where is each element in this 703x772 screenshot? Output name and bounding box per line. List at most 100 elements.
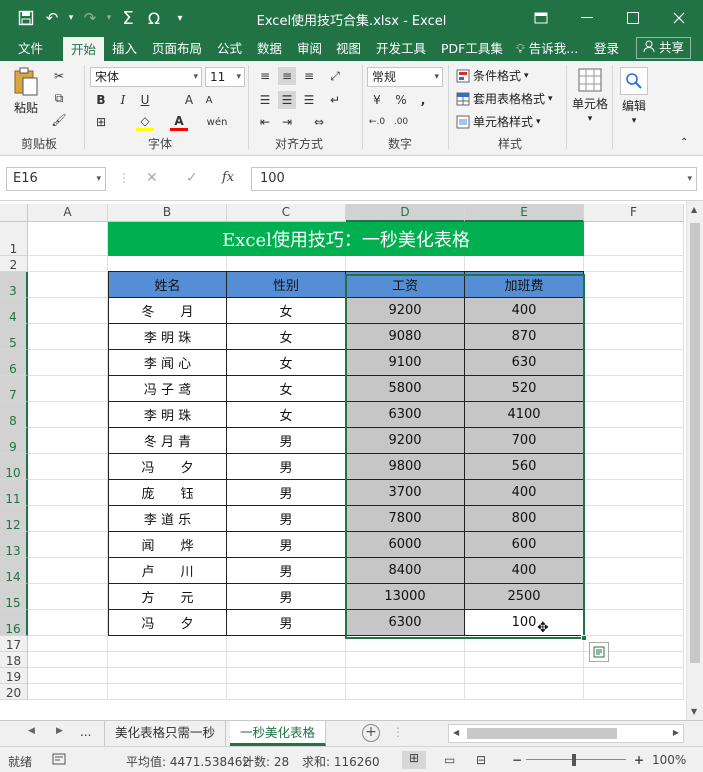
row-header-12[interactable]: 12	[0, 506, 28, 532]
table-cell[interactable]: 5800	[346, 376, 465, 402]
save-icon[interactable]	[14, 6, 38, 30]
tab-home[interactable]: 开始	[63, 37, 105, 61]
table-cell[interactable]: 100	[465, 610, 584, 636]
select-all-corner[interactable]	[0, 204, 28, 222]
formula-input[interactable]: 100 ▾	[251, 167, 697, 191]
row-header-7[interactable]: 7	[0, 376, 28, 402]
table-cell[interactable]: 6300	[346, 402, 465, 428]
undo-dropdown-icon[interactable]: ▾	[66, 6, 76, 30]
table-cell[interactable]: 李 明 珠	[108, 324, 227, 350]
row-header-2[interactable]: 2	[0, 256, 28, 272]
minimize-icon[interactable]	[564, 0, 610, 36]
tab-formulas[interactable]: 公式	[217, 36, 242, 61]
row-header-6[interactable]: 6	[0, 350, 28, 376]
column-header-f[interactable]: F	[584, 204, 684, 222]
table-cell[interactable]: 9800	[346, 454, 465, 480]
symbol-icon[interactable]: Ω	[142, 6, 166, 30]
currency-icon[interactable]: ¥	[368, 91, 386, 109]
table-cell[interactable]: 男	[227, 480, 346, 506]
table-cell[interactable]: 400	[465, 558, 584, 584]
cut-icon[interactable]: ✂	[50, 67, 68, 85]
table-cell[interactable]: 870	[465, 324, 584, 350]
row-header-20[interactable]: 20	[0, 684, 28, 700]
table-cell[interactable]: 3700	[346, 480, 465, 506]
table-cell[interactable]: 男	[227, 506, 346, 532]
table-cell[interactable]: 李 道 乐	[108, 506, 227, 532]
row-header-1[interactable]: 1	[0, 222, 28, 256]
increase-indent-icon[interactable]: ⇥	[278, 113, 296, 131]
scroll-tabs-left-icon[interactable]: ◀	[28, 726, 35, 736]
table-header-cell[interactable]: 工资	[346, 271, 465, 298]
customize-qat-icon[interactable]: ▾	[168, 6, 192, 30]
shrink-font-icon[interactable]: A	[200, 91, 218, 109]
cells-button[interactable]: 单元格 ▾	[572, 67, 608, 124]
zoom-level[interactable]: 100%	[652, 753, 686, 767]
copy-icon[interactable]: ⧉	[50, 89, 68, 107]
tab-pdf-tools[interactable]: PDF工具集	[441, 36, 503, 61]
table-cell[interactable]: 庞 钰	[108, 480, 227, 506]
table-cell[interactable]: 9100	[346, 350, 465, 376]
number-format-combo[interactable]: 常规 ▾	[367, 67, 443, 87]
table-cell[interactable]: 13000	[346, 584, 465, 610]
more-sheets-button[interactable]: ...	[80, 725, 91, 739]
login-link[interactable]: 登录	[594, 36, 619, 61]
table-cell[interactable]: 卢 川	[108, 558, 227, 584]
page-break-view-icon[interactable]: ⊟	[476, 753, 486, 767]
tab-file[interactable]: 文件	[18, 36, 43, 61]
conditional-format-button[interactable]: 条件格式 ▾	[456, 67, 529, 84]
table-cell[interactable]: 男	[227, 532, 346, 558]
table-header-cell[interactable]: 姓名	[108, 271, 227, 298]
table-cell[interactable]: 8400	[346, 558, 465, 584]
cell-styles-button[interactable]: 单元格样式 ▾	[456, 113, 541, 130]
name-box[interactable]: E16 ▾	[6, 167, 106, 191]
row-header-14[interactable]: 14	[0, 558, 28, 584]
border-icon[interactable]: ⊞	[92, 113, 110, 131]
zoom-slider-thumb[interactable]	[572, 754, 576, 766]
scroll-up-icon[interactable]: ▲	[691, 205, 697, 214]
row-header-8[interactable]: 8	[0, 402, 28, 428]
scroll-thumb[interactable]	[690, 223, 700, 663]
fill-color-icon[interactable]: ◇	[136, 113, 154, 131]
enter-icon[interactable]: ✓	[186, 170, 198, 186]
table-cell[interactable]: 方 元	[108, 584, 227, 610]
insert-function-icon[interactable]: fx	[222, 170, 234, 185]
table-cell[interactable]: 男	[227, 428, 346, 454]
row-header-13[interactable]: 13	[0, 532, 28, 558]
normal-view-icon[interactable]: ⊞	[402, 751, 426, 769]
row-header-10[interactable]: 10	[0, 454, 28, 480]
grow-font-icon[interactable]: A	[180, 91, 198, 109]
fill-handle[interactable]	[581, 635, 587, 641]
table-cell[interactable]: 9200	[346, 298, 465, 324]
decrease-decimal-icon[interactable]: .00	[392, 113, 410, 131]
table-cell[interactable]: 600	[465, 532, 584, 558]
table-cell[interactable]: 2500	[465, 584, 584, 610]
table-cell[interactable]: 女	[227, 402, 346, 428]
scroll-tabs-right-icon[interactable]: ▶	[56, 726, 63, 736]
tab-review[interactable]: 审阅	[297, 36, 322, 61]
table-cell[interactable]: 闻 烨	[108, 532, 227, 558]
vertical-scrollbar[interactable]: ▲ ▼	[686, 201, 703, 720]
table-cell[interactable]: 7800	[346, 506, 465, 532]
table-cell[interactable]: 男	[227, 558, 346, 584]
splitter-icon[interactable]: ⋮	[118, 171, 130, 185]
scroll-right-icon[interactable]: ▶	[673, 728, 679, 737]
redo-icon[interactable]: ↷	[78, 6, 102, 30]
tab-insert[interactable]: 插入	[112, 36, 137, 61]
redo-dropdown-icon[interactable]: ▾	[104, 6, 114, 30]
quick-analysis-icon[interactable]	[589, 642, 609, 662]
table-cell[interactable]: 女	[227, 324, 346, 350]
align-right-icon[interactable]: ☰	[300, 91, 318, 109]
horizontal-scrollbar[interactable]: ◀ ▶	[448, 724, 684, 743]
table-cell[interactable]: 冯 夕	[108, 610, 227, 636]
table-cell[interactable]: 400	[465, 480, 584, 506]
scroll-left-icon[interactable]: ◀	[453, 728, 459, 737]
column-header-e[interactable]: E	[465, 204, 584, 222]
table-cell[interactable]: 冯 子 鸢	[108, 376, 227, 402]
collapse-ribbon-icon[interactable]: ⌃	[680, 137, 688, 148]
percent-icon[interactable]: %	[392, 91, 410, 109]
zoom-slider-track[interactable]	[526, 759, 626, 760]
tab-page-layout[interactable]: 页面布局	[152, 36, 202, 61]
hscroll-thumb[interactable]	[467, 728, 617, 739]
table-cell[interactable]: 6000	[346, 532, 465, 558]
table-cell[interactable]: 男	[227, 584, 346, 610]
